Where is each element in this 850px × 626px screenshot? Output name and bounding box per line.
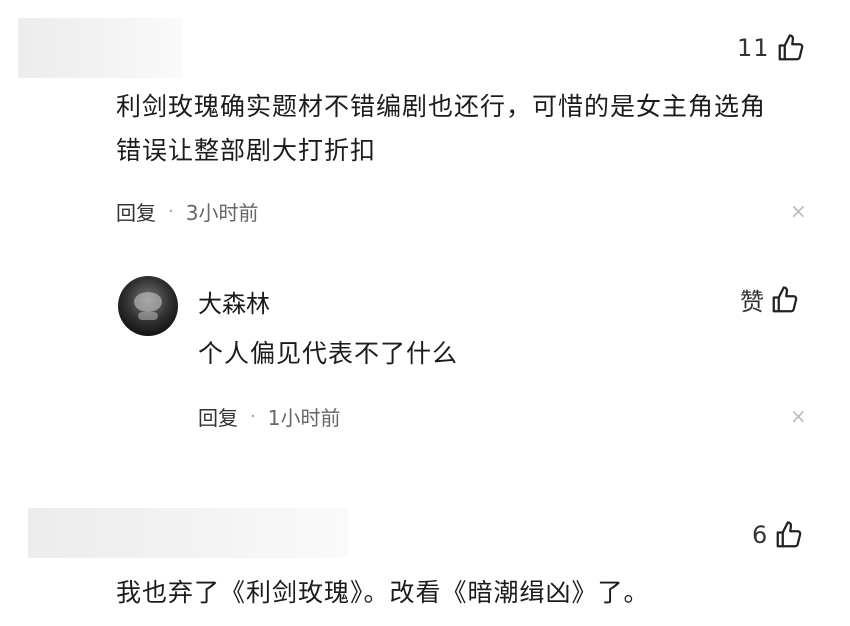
thumbs-up-icon [778, 34, 803, 61]
thumbs-up-icon [772, 285, 798, 312]
comment-text-1-line1: 利剑玫瑰确实题材不错编剧也还行，可惜的是女主角选角 [116, 92, 767, 121]
blurred-username-2 [28, 508, 348, 558]
reply-meta: 回复 · 1小时前 [198, 402, 340, 431]
like-button-1[interactable]: 11 [737, 33, 806, 63]
meta-separator: · [168, 201, 174, 222]
avatar-face-detail [138, 312, 158, 320]
like-count-1: 11 [737, 34, 770, 62]
meta-separator: · [250, 406, 256, 427]
comment-text-1-line2: 错误让整部剧大打折扣 [116, 136, 377, 165]
reply-username[interactable]: 大森林 [198, 284, 270, 319]
timestamp-1: 3小时前 [185, 201, 259, 225]
like-count-2: 6 [752, 521, 769, 549]
comment-meta-1: 回复 · 3小时前 [116, 197, 258, 226]
close-icon[interactable]: × [790, 404, 807, 428]
avatar[interactable] [118, 276, 178, 336]
reply-like-label: 赞 [740, 288, 764, 316]
comment-text-1: 利剑玫瑰确实题材不错编剧也还行，可惜的是女主角选角 错误让整部剧大打折扣 [116, 85, 836, 173]
like-button-2[interactable]: 6 [752, 520, 804, 550]
timestamp-2: 1小时前 [267, 406, 341, 430]
reply-like-button[interactable]: 赞 [740, 282, 800, 317]
close-icon[interactable]: × [790, 199, 807, 223]
thumbs-up-icon [776, 521, 802, 548]
reply-button-2[interactable]: 回复 [198, 402, 238, 431]
avatar-face [134, 292, 162, 312]
blurred-username-1 [18, 18, 183, 78]
reply-text: 个人偏见代表不了什么 [198, 339, 459, 368]
reply-button-1[interactable]: 回复 [116, 197, 156, 226]
comment-text-2: 我也弃了《利剑玫瑰》。改看《暗潮缉凶》了。 [116, 578, 650, 607]
